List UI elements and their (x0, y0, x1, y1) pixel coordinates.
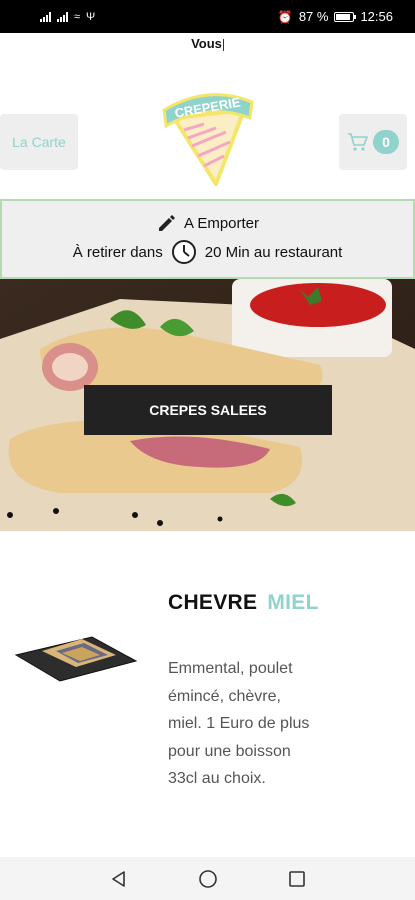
pickup-prefix: À retirer dans (72, 243, 163, 261)
cart-button[interactable]: 0 (339, 114, 407, 170)
user-label[interactable]: Vous (0, 36, 415, 51)
status-right: ⏰ 87 % 12:56 (278, 9, 393, 24)
status-bar: ≈ Ψ ⏰ 87 % 12:56 (0, 0, 415, 33)
clock-icon (171, 240, 196, 264)
alarm-icon: ⏰ (277, 9, 293, 24)
pencil-icon[interactable] (156, 213, 176, 233)
home-icon[interactable] (198, 869, 218, 889)
cart-icon (348, 133, 368, 151)
back-icon[interactable] (110, 870, 128, 888)
product-title-part2: MIEL (267, 591, 319, 614)
order-mode-panel[interactable]: A Emporter À retirer dans 20 Min au rest… (0, 199, 415, 279)
system-nav-bar (0, 857, 415, 900)
product-title: CHEVRE MIEL (168, 591, 319, 615)
product-description: Emmental, poulet émincé, chèvre, miel. 1… (168, 660, 310, 787)
order-mode-label: A Emporter (183, 214, 260, 232)
status-left: ≈ Ψ (40, 11, 95, 23)
battery-icon (334, 11, 357, 22)
usb-icon: Ψ (86, 10, 96, 23)
battery-fill (336, 13, 351, 20)
text-caret (222, 38, 224, 51)
pickup-time: 20 Min au restaurant (204, 243, 343, 261)
signal-2-icon (57, 11, 68, 22)
header: La Carte CREPERIE 0 (0, 70, 415, 196)
product-item[interactable]: CHEVRE MIEL Emmental, poulet émincé, chèv… (0, 531, 415, 857)
order-mode-row: A Emporter (156, 213, 259, 233)
signal-icon (40, 11, 51, 22)
category-button[interactable]: CREPES SALEES (84, 385, 332, 435)
category-hero[interactable]: CREPES SALEES (0, 279, 415, 531)
user-label-text: Vous (191, 36, 222, 51)
cart-count-badge: 0 (373, 130, 399, 154)
creperie-logo: CREPERIE (162, 93, 254, 186)
battery-percent: 87 % (298, 9, 329, 24)
menu-button[interactable]: La Carte (0, 114, 78, 170)
product-image (14, 636, 138, 682)
product-title-part1: CHEVRE (168, 591, 258, 614)
wifi-icon: ≈ (74, 10, 81, 23)
pickup-row: À retirer dans 20 Min au restaurant (72, 239, 343, 265)
clock: 12:56 (360, 9, 393, 24)
recents-icon[interactable] (288, 870, 306, 888)
